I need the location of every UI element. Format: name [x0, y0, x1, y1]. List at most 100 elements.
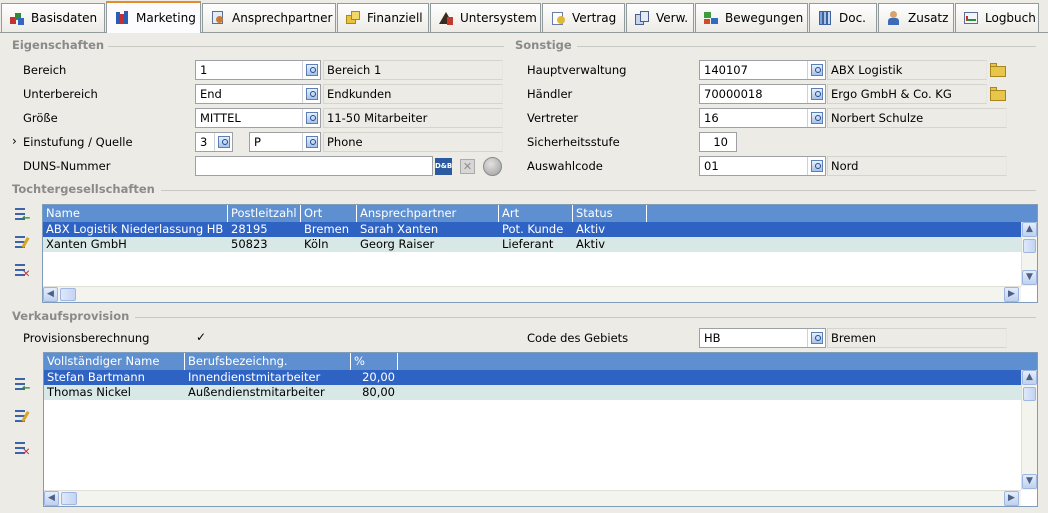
vertreter-field[interactable]: 16: [699, 108, 826, 128]
quelle-description: Phone: [323, 132, 503, 152]
lookup-icon[interactable]: [807, 157, 825, 175]
untersystem-icon: [438, 10, 454, 26]
edit-row-icon[interactable]: [14, 408, 32, 424]
section-title-tochtergesellschaften: Tochtergesellschaften: [12, 182, 155, 196]
scroll-thumb[interactable]: [1023, 387, 1036, 401]
duns-field[interactable]: [195, 156, 433, 176]
scroll-up-icon[interactable]: ▲: [1022, 222, 1037, 237]
vertreter-description: Norbert Schulze: [827, 108, 1007, 128]
tab-basisdaten[interactable]: Basisdaten: [1, 3, 105, 32]
delete-row-icon[interactable]: ✕: [14, 262, 32, 280]
table-row[interactable]: ABX Logistik Niederlassung HB 28195 Brem…: [43, 222, 1037, 237]
lookup-icon[interactable]: [302, 109, 320, 127]
unterbereich-field[interactable]: End: [195, 84, 321, 104]
tab-vertrag[interactable]: Vertrag: [542, 3, 625, 32]
scroll-thumb[interactable]: [1023, 239, 1036, 253]
lookup-icon[interactable]: [302, 85, 320, 103]
horizontal-scrollbar[interactable]: ◀ ▶: [44, 490, 1021, 506]
lookup-icon[interactable]: [807, 109, 825, 127]
scroll-left-icon[interactable]: ◀: [43, 287, 58, 302]
section-divider: [577, 46, 1036, 47]
column-header[interactable]: Art: [499, 205, 573, 222]
column-header[interactable]: Ansprechpartner: [357, 205, 499, 222]
bereich-label: Bereich: [23, 63, 67, 77]
tab-doc[interactable]: Doc.: [809, 3, 877, 32]
table-header: Name Postleitzahl Ort Ansprechpartner Ar…: [43, 205, 1037, 222]
tab-marketing[interactable]: Marketing: [106, 1, 201, 33]
dnb-lookup-button[interactable]: D&B: [435, 158, 452, 175]
add-row-icon[interactable]: ←: [14, 206, 32, 224]
clear-icon[interactable]: ✕: [460, 159, 475, 174]
open-folder-icon[interactable]: [990, 63, 1008, 77]
table-header: Vollständiger Name Berufsbezeichng. %: [44, 353, 1037, 370]
expand-arrow-icon[interactable]: ›: [12, 134, 17, 148]
tab-finanziell[interactable]: Finanziell: [337, 3, 429, 32]
table-row[interactable]: Thomas Nickel Außendienstmitarbeiter 80,…: [44, 385, 1037, 400]
table-row[interactable]: Stefan Bartmann Innendienstmitarbeiter 2…: [44, 370, 1037, 385]
vertical-scrollbar[interactable]: ▲ ▼: [1021, 370, 1037, 490]
quelle-field[interactable]: P: [249, 132, 321, 152]
logbuch-icon: [963, 10, 979, 26]
auswahlcode-field[interactable]: 01: [699, 156, 826, 176]
sicherheitsstufe-field[interactable]: 10: [699, 132, 737, 152]
lookup-icon[interactable]: [302, 61, 320, 79]
tab-verw[interactable]: Verw.: [626, 3, 694, 32]
scroll-down-icon[interactable]: ▼: [1022, 474, 1037, 489]
column-header[interactable]: Postleitzahl: [228, 205, 301, 222]
vertrag-icon: [550, 10, 566, 26]
scroll-thumb[interactable]: [61, 492, 77, 505]
section-divider: [161, 190, 1036, 191]
lookup-icon[interactable]: [807, 85, 825, 103]
tab-untersystem[interactable]: Untersystem: [430, 3, 541, 32]
tab-bewegungen[interactable]: Bewegungen: [695, 3, 808, 32]
scroll-right-icon[interactable]: ▶: [1004, 287, 1019, 302]
tab-ansprechpartner[interactable]: Ansprechpartner: [202, 3, 336, 32]
column-header[interactable]: Berufsbezeichng.: [185, 353, 351, 370]
section-title-eigenschaften: Eigenschaften: [12, 38, 105, 52]
groesse-field[interactable]: MITTEL: [195, 108, 321, 128]
finanziell-icon: [345, 10, 361, 26]
unterbereich-label: Unterbereich: [23, 87, 98, 101]
column-header[interactable]: Status: [573, 205, 647, 222]
add-row-icon[interactable]: ←: [14, 376, 32, 394]
lookup-icon[interactable]: [302, 133, 320, 151]
tab-zusatz[interactable]: Zusatz: [878, 3, 954, 32]
lookup-icon[interactable]: [214, 133, 232, 151]
einstufung-field[interactable]: 3: [195, 132, 233, 152]
einstufung-label: Einstufung / Quelle: [23, 135, 133, 149]
gebiet-field[interactable]: HB: [699, 328, 826, 348]
open-folder-icon[interactable]: [990, 87, 1008, 101]
section-divider: [135, 317, 1036, 318]
horizontal-scrollbar[interactable]: ◀ ▶: [43, 286, 1021, 302]
hauptverwaltung-label: Hauptverwaltung: [527, 63, 627, 77]
tochter-table: Name Postleitzahl Ort Ansprechpartner Ar…: [42, 204, 1038, 303]
tab-bar: Basisdaten Marketing Ansprechpartner Fin…: [0, 0, 1048, 33]
scroll-down-icon[interactable]: ▼: [1022, 270, 1037, 285]
hauptverwaltung-field[interactable]: 140107: [699, 60, 826, 80]
scroll-thumb[interactable]: [60, 288, 76, 301]
column-header[interactable]: Ort: [301, 205, 357, 222]
lookup-icon[interactable]: [807, 61, 825, 79]
bereich-field[interactable]: 1: [195, 60, 321, 80]
scroll-up-icon[interactable]: ▲: [1022, 370, 1037, 385]
haendler-field[interactable]: 70000018: [699, 84, 826, 104]
scroll-right-icon[interactable]: ▶: [1004, 491, 1019, 506]
table-row[interactable]: Xanten GmbH 50823 Köln Georg Raiser Lief…: [43, 237, 1037, 252]
column-header[interactable]: Name: [43, 205, 228, 222]
haendler-description: Ergo GmbH & Co. KG: [827, 84, 987, 104]
delete-row-icon[interactable]: ✕: [14, 440, 32, 458]
edit-row-icon[interactable]: [14, 234, 32, 250]
vertical-scrollbar[interactable]: ▲ ▼: [1021, 222, 1037, 286]
column-header[interactable]: %: [351, 353, 398, 370]
lookup-icon[interactable]: [807, 329, 825, 347]
basisdaten-icon: [9, 10, 25, 26]
haendler-label: Händler: [527, 87, 573, 101]
bereich-description: Bereich 1: [323, 60, 503, 80]
gebiet-description: Bremen: [827, 328, 1007, 348]
column-header[interactable]: Vollständiger Name: [44, 353, 185, 370]
groesse-label: Größe: [23, 111, 58, 125]
tab-logbuch[interactable]: Logbuch: [955, 3, 1039, 32]
provision-checkbox[interactable]: ✓: [196, 331, 209, 344]
vertreter-label: Vertreter: [527, 111, 579, 125]
scroll-left-icon[interactable]: ◀: [44, 491, 59, 506]
